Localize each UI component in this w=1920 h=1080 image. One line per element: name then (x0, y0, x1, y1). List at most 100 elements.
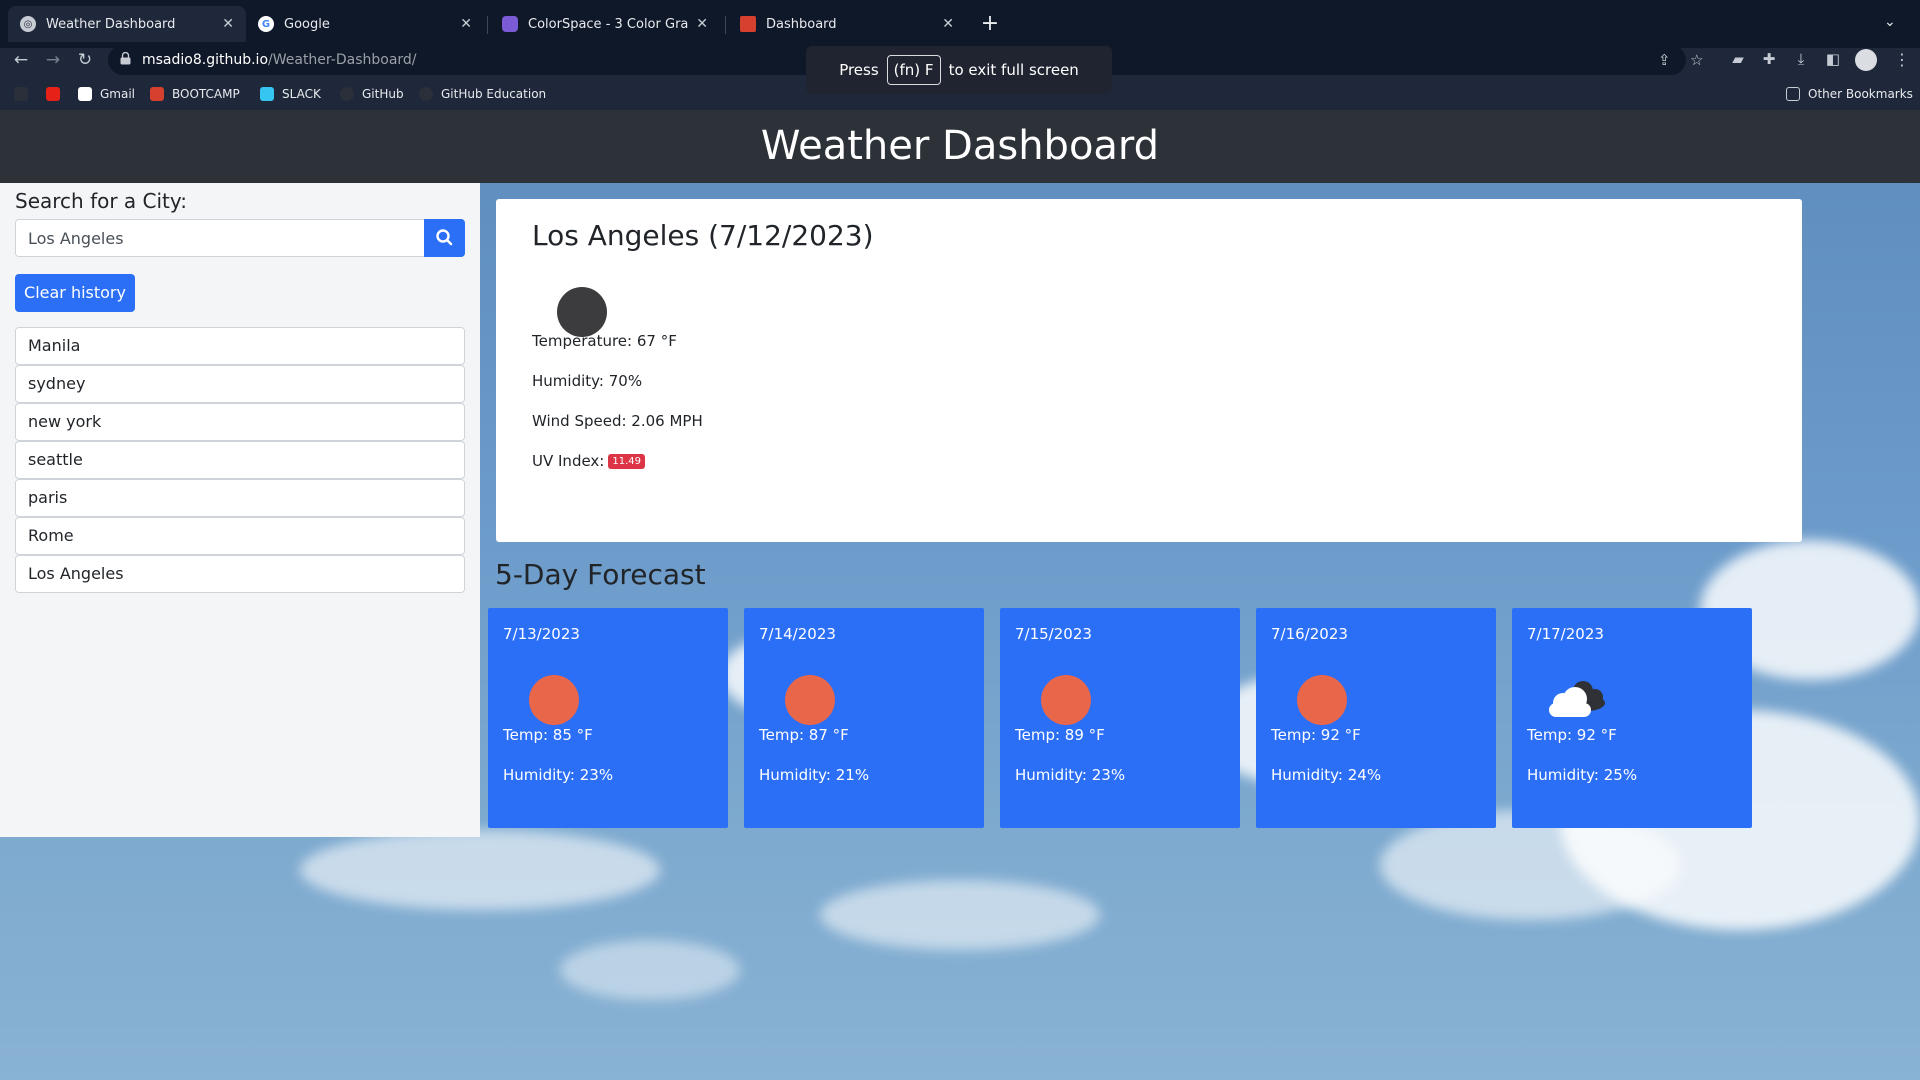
forecast-temp: Temp: 92 °F (1527, 726, 1617, 744)
toast-key: (fn) F (886, 55, 941, 85)
browser-tab-bar: ◎ Weather Dashboard ✕ G Google ✕ ColorSp… (0, 0, 1920, 48)
current-city-title: Los Angeles (7/12/2023) (532, 219, 874, 252)
forecast-card: 7/15/2023 Temp: 89 °F Humidity: 23% (1000, 608, 1240, 828)
current-humidity: Humidity: 70% (532, 372, 643, 390)
bookmark-github[interactable]: GitHub (340, 84, 404, 104)
background-cloud (560, 940, 740, 1000)
new-tab-button[interactable]: + (976, 10, 1004, 38)
lock-icon (120, 52, 131, 65)
bookmark-label: SLACK (282, 87, 321, 101)
reload-icon[interactable]: ↻ (73, 48, 97, 72)
weather-icon (557, 287, 607, 337)
side-panel-icon[interactable]: ◧ (1823, 50, 1843, 70)
forecast-humidity: Humidity: 21% (759, 766, 870, 784)
slack-icon (260, 87, 274, 101)
gmail-icon (78, 87, 92, 101)
sun-icon (529, 675, 579, 725)
history-city-button[interactable]: Rome (15, 517, 465, 555)
fullscreen-toast: Press (fn) F to exit full screen (806, 46, 1112, 94)
youtube-icon[interactable] (46, 84, 60, 104)
close-tab-icon[interactable]: ✕ (696, 16, 708, 32)
forecast-date: 7/15/2023 (1015, 625, 1092, 643)
bookmark-slack[interactable]: SLACK (260, 84, 321, 104)
tab-divider (487, 16, 488, 34)
forecast-humidity: Humidity: 23% (1015, 766, 1126, 784)
bookmark-bootcamp[interactable]: BOOTCAMP (150, 84, 240, 104)
search-button[interactable] (424, 219, 465, 257)
toast-text: to exit full screen (948, 61, 1079, 79)
close-tab-icon[interactable]: ✕ (222, 16, 234, 32)
bootcamp-icon (150, 87, 164, 101)
extension-badge-icon[interactable]: ▰ (1728, 50, 1748, 70)
page-background: Weather Dashboard Search for a City: Cle… (0, 110, 1920, 1080)
tab-dashboard[interactable]: Dashboard ✕ (728, 6, 966, 42)
page-title: Weather Dashboard (760, 123, 1160, 169)
url-path: /Weather-Dashboard/ (268, 52, 417, 68)
url-host: msadio8.github.io (142, 52, 269, 68)
download-icon[interactable]: ⤓ (1791, 50, 1811, 70)
forecast-temp: Temp: 92 °F (1271, 726, 1361, 744)
background-cloud (820, 880, 1100, 950)
cloud-icon (1549, 681, 1605, 717)
site-header: Weather Dashboard (0, 110, 1920, 183)
city-search-input[interactable] (15, 219, 425, 257)
bookmark-github-education[interactable]: GitHub Education (419, 84, 546, 104)
github-icon (419, 87, 433, 101)
sun-icon (1297, 675, 1347, 725)
folder-icon (1786, 87, 1800, 101)
close-tab-icon[interactable]: ✕ (460, 16, 472, 32)
forecast-card: 7/14/2023 Temp: 87 °F Humidity: 21% (744, 608, 984, 828)
search-sidebar: Search for a City: Clear history Manila … (0, 183, 480, 837)
tab-title: Google (284, 16, 330, 32)
forecast-humidity: Humidity: 24% (1271, 766, 1382, 784)
profile-avatar[interactable] (1855, 49, 1877, 71)
other-bookmarks[interactable]: Other Bookmarks (1786, 84, 1913, 104)
google-icon: G (258, 16, 274, 32)
url-text: msadio8.github.io/Weather-Dashboard/ (142, 52, 417, 68)
forecast-date: 7/16/2023 (1271, 625, 1348, 643)
menu-kebab-icon[interactable]: ⋮ (1894, 50, 1910, 69)
tab-google[interactable]: G Google ✕ (246, 6, 484, 42)
history-city-button[interactable]: seattle (15, 441, 465, 479)
forecast-humidity: Humidity: 23% (503, 766, 614, 784)
forecast-heading: 5-Day Forecast (495, 558, 706, 591)
bookmark-label: Gmail (100, 87, 136, 101)
history-city-button[interactable]: Manila (15, 327, 465, 365)
forecast-temp: Temp: 85 °F (503, 726, 593, 744)
clear-history-button[interactable]: Clear history (15, 274, 135, 312)
bookmark-label: Other Bookmarks (1808, 87, 1913, 101)
globe-icon: ◎ (20, 16, 36, 32)
history-city-button[interactable]: paris (15, 479, 465, 517)
history-city-button[interactable]: new york (15, 403, 465, 441)
current-temperature: Temperature: 67 °F (532, 332, 677, 350)
puzzle-extensions-icon[interactable]: ✚ (1759, 50, 1779, 70)
uv-index-badge: 11.49 (608, 454, 645, 469)
share-icon[interactable]: ⇪ (1658, 51, 1671, 69)
forecast-card: 7/17/2023 Temp: 92 °F Humidity: 25% (1512, 608, 1752, 828)
current-uv: UV Index: 11.49 (532, 452, 645, 470)
tab-search-chevron-icon[interactable]: ⌄ (1884, 14, 1896, 30)
tab-title: ColorSpace - 3 Color Gradient (528, 16, 689, 32)
history-city-button[interactable]: sydney (15, 365, 465, 403)
forecast-date: 7/13/2023 (503, 625, 580, 643)
app-shortcut-icon[interactable] (14, 84, 28, 104)
tab-colorspace[interactable]: ColorSpace - 3 Color Gradient ✕ (490, 6, 720, 42)
forecast-date: 7/14/2023 (759, 625, 836, 643)
history-city-button[interactable]: Los Angeles (15, 555, 465, 593)
close-tab-icon[interactable]: ✕ (942, 16, 954, 32)
forecast-card: 7/13/2023 Temp: 85 °F Humidity: 23% (488, 608, 728, 828)
current-weather-card: Los Angeles (7/12/2023) Temperature: 67 … (496, 199, 1802, 542)
search-label: Search for a City: (15, 189, 188, 213)
forecast-temp: Temp: 89 °F (1015, 726, 1105, 744)
bookmark-gmail[interactable]: Gmail (78, 84, 135, 104)
current-wind-speed: Wind Speed: 2.06 MPH (532, 412, 703, 430)
bookmark-label: GitHub (362, 87, 404, 101)
bookmark-star-icon[interactable]: ☆ (1690, 51, 1703, 69)
github-icon (340, 87, 354, 101)
uv-label: UV Index: (532, 452, 605, 470)
back-arrow-icon[interactable]: ← (9, 48, 33, 72)
background-cloud (300, 830, 660, 910)
forecast-humidity: Humidity: 25% (1527, 766, 1638, 784)
tab-weather-dashboard[interactable]: ◎ Weather Dashboard ✕ (8, 6, 246, 42)
forward-arrow-icon[interactable]: → (41, 48, 65, 72)
